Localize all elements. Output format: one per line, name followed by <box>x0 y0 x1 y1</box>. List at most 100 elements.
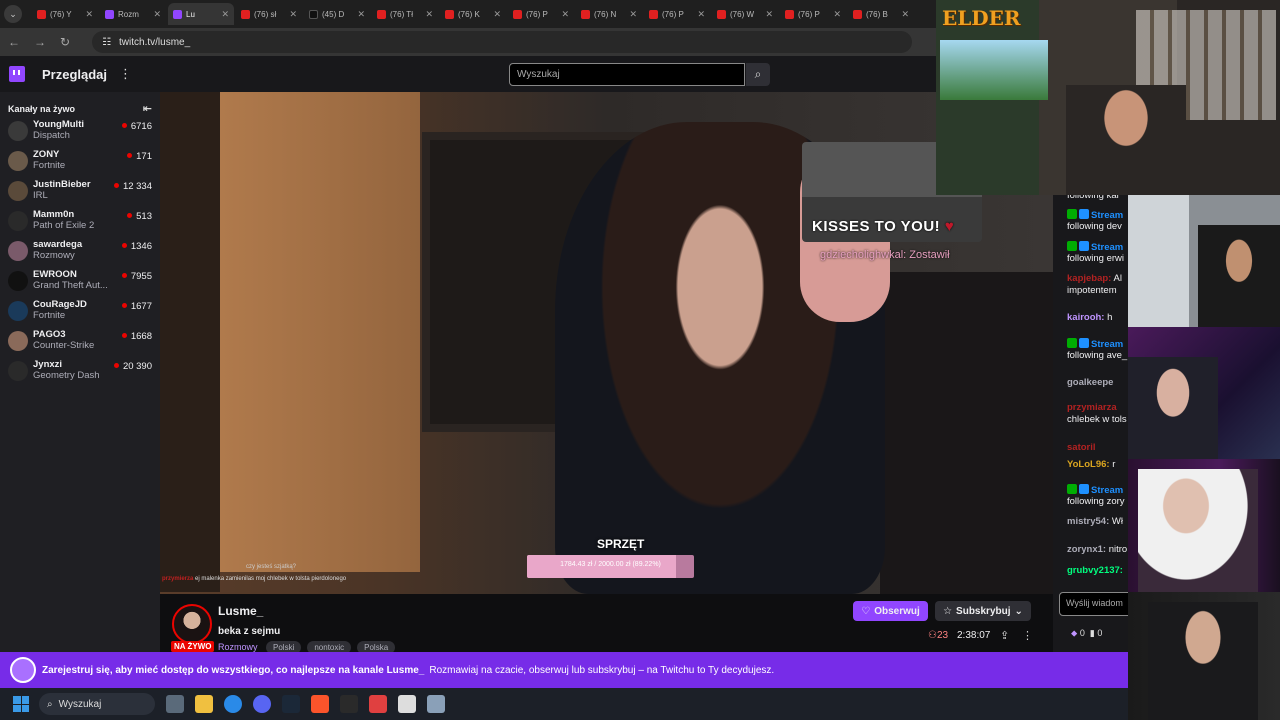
streamer-name[interactable]: Lusme_ <box>218 604 263 618</box>
taskbar-search-label: Wyszukaj <box>58 698 102 710</box>
chat-text: Al <box>1113 273 1122 284</box>
browse-link[interactable]: Przeglądaj <box>42 67 107 82</box>
forward-icon[interactable]: → <box>34 35 46 49</box>
browser-tab[interactable]: (76) P ✕ <box>644 3 710 25</box>
channel-name: Jynxzi <box>33 359 63 370</box>
chrome-icon[interactable] <box>224 695 242 713</box>
close-icon[interactable]: ✕ <box>901 9 909 20</box>
sidebar-channel[interactable]: ZONY Fortnite 171 <box>0 147 160 177</box>
chat-username[interactable]: YoLoL96: <box>1067 459 1110 470</box>
tab-title: (76) W <box>730 9 754 19</box>
video-player[interactable]: KISSES TO YOU! ♥ gdziecholighwkal: Zosta… <box>160 92 1053 594</box>
close-icon[interactable]: ✕ <box>561 9 569 20</box>
close-icon[interactable]: ✕ <box>765 9 773 20</box>
gear-icon[interactable] <box>427 695 445 713</box>
chat-username[interactable]: kapjebap: <box>1067 273 1111 284</box>
sidebar-channel[interactable]: Mamm0n Path of Exile 2 513 <box>0 207 160 237</box>
subscribe-button[interactable]: ☆ Subskrybuj ⌄ <box>935 601 1031 621</box>
app-icon[interactable] <box>369 695 387 713</box>
browser-tab[interactable]: (45) D ✕ <box>304 3 370 25</box>
taskbar-search[interactable]: ⌕ Wyszukaj <box>39 693 155 715</box>
points-count: 0 <box>1079 628 1085 638</box>
sidebar-channel[interactable]: JustinBieber IRL 12 334 <box>0 177 160 207</box>
xbox-icon[interactable] <box>340 695 358 713</box>
collapse-icon[interactable]: ⇤ <box>143 102 152 115</box>
twitch-logo-icon[interactable] <box>9 66 25 82</box>
close-icon[interactable]: ✕ <box>357 9 365 20</box>
sidebar-channel[interactable]: PAGO3 Counter-Strike 1668 <box>0 327 160 357</box>
reload-icon[interactable]: ↻ <box>60 35 70 49</box>
follow-label: Obserwuj <box>874 605 920 617</box>
chat-points[interactable]: ⬥ 0 ▮ 0 <box>1071 628 1102 639</box>
browser-tab[interactable]: Rozm ✕ <box>100 3 166 25</box>
chat-username[interactable]: zorynx1: <box>1067 544 1106 555</box>
channel-name: CouRageJD <box>33 299 87 310</box>
chat-message: goalkeepe <box>1067 377 1113 388</box>
sidebar-channel[interactable]: sawardega Rozmowy 1346 <box>0 237 160 267</box>
back-icon[interactable]: ← <box>8 35 20 49</box>
discord-icon[interactable] <box>253 695 271 713</box>
sidebar-channel[interactable]: EWROON Grand Theft Aut... 7955 <box>0 267 160 297</box>
close-icon[interactable]: ✕ <box>425 9 433 20</box>
tab-search-button[interactable]: ⌄ <box>4 5 22 23</box>
chat-username[interactable]: Stream <box>1091 242 1123 253</box>
chat-message: Stream <box>1067 209 1123 221</box>
chat-username[interactable]: grubvy2137: <box>1067 565 1123 576</box>
browser-tab[interactable]: (76) P ✕ <box>780 3 846 25</box>
chat-username[interactable]: Stream <box>1091 339 1123 350</box>
browser-tab[interactable]: (76) B ✕ <box>848 3 914 25</box>
browser-tab[interactable]: (76) sł ✕ <box>236 3 302 25</box>
follow-button[interactable]: ♡ Obserwuj <box>853 601 928 621</box>
chat-username[interactable]: Stream <box>1091 485 1123 496</box>
more-menu-icon[interactable]: ⋮ <box>119 66 132 82</box>
chat-username[interactable]: satoril <box>1067 442 1096 453</box>
steam-icon[interactable] <box>282 695 300 713</box>
close-icon[interactable]: ✕ <box>493 9 501 20</box>
close-icon[interactable]: ✕ <box>289 9 297 20</box>
folder-icon[interactable] <box>195 695 213 713</box>
register-banner[interactable]: Zarejestruj się, aby mieć dostęp do wszy… <box>0 652 1128 688</box>
search-icon[interactable]: ⌕ <box>746 63 770 86</box>
close-icon[interactable]: ✕ <box>697 9 705 20</box>
chat-username[interactable]: Stream <box>1091 210 1123 221</box>
sidebar-header: Kanały na żywo ⇤ <box>0 92 160 117</box>
camera-overlay <box>1128 195 1280 327</box>
windows-start-icon[interactable] <box>13 696 29 712</box>
close-icon[interactable]: ✕ <box>629 9 637 20</box>
close-icon[interactable]: ✕ <box>221 9 229 20</box>
browser-tab[interactable]: (76) P ✕ <box>508 3 574 25</box>
chat-input[interactable]: Wyślij wiadom <box>1059 592 1135 616</box>
sidebar: Kanały na żywo ⇤ YoungMulti Dispatch 6716 Z… <box>0 92 160 652</box>
browser-tab[interactable]: (76) K ✕ <box>440 3 506 25</box>
tab-title: (76) sł <box>254 9 277 19</box>
sidebar-channel[interactable]: Jynxzi Geometry Dash 20 390 <box>0 357 160 387</box>
sidebar-channel[interactable]: CouRageJD Fortnite 1677 <box>0 297 160 327</box>
close-icon[interactable]: ✕ <box>833 9 841 20</box>
explorer-icon[interactable] <box>166 695 184 713</box>
more-options-icon[interactable]: ⋮ <box>1022 629 1033 642</box>
browser-tab[interactable]: (76) Y ✕ <box>32 3 98 25</box>
close-icon[interactable]: ✕ <box>153 9 161 20</box>
browser-tab[interactable]: (76) Tł ✕ <box>372 3 438 25</box>
brave-icon[interactable] <box>311 695 329 713</box>
chat-username[interactable]: mistry54: <box>1067 516 1109 527</box>
chat-text: following ave_ <box>1067 350 1128 361</box>
settings-icon[interactable] <box>398 695 416 713</box>
chat-message: mistry54: Wł <box>1067 516 1123 527</box>
share-icon[interactable]: ⇪ <box>1000 629 1009 642</box>
chat-username[interactable]: goalkeepe <box>1067 377 1113 388</box>
url-field[interactable]: ☷ twitch.tv/lusme_ <box>92 31 913 53</box>
chat-username[interactable]: kairooh: <box>1067 312 1104 323</box>
stream-category[interactable]: Rozmowy <box>218 642 258 652</box>
tab-title: (76) Y <box>50 9 72 19</box>
browser-tab[interactable]: (76) W ✕ <box>712 3 778 25</box>
streamer-avatar[interactable] <box>172 604 212 644</box>
chat-username[interactable]: przymiarza <box>1067 402 1117 413</box>
browser-tab[interactable]: Lu ✕ <box>168 3 234 25</box>
browser-tab[interactable]: (76) N ✕ <box>576 3 642 25</box>
sidebar-channel[interactable]: YoungMulti Dispatch 6716 <box>0 117 160 147</box>
search-input[interactable]: Wyszukaj <box>509 63 745 86</box>
close-icon[interactable]: ✕ <box>85 9 93 20</box>
chat-text: following dev <box>1067 221 1122 232</box>
site-info-icon[interactable]: ☷ <box>102 37 111 48</box>
